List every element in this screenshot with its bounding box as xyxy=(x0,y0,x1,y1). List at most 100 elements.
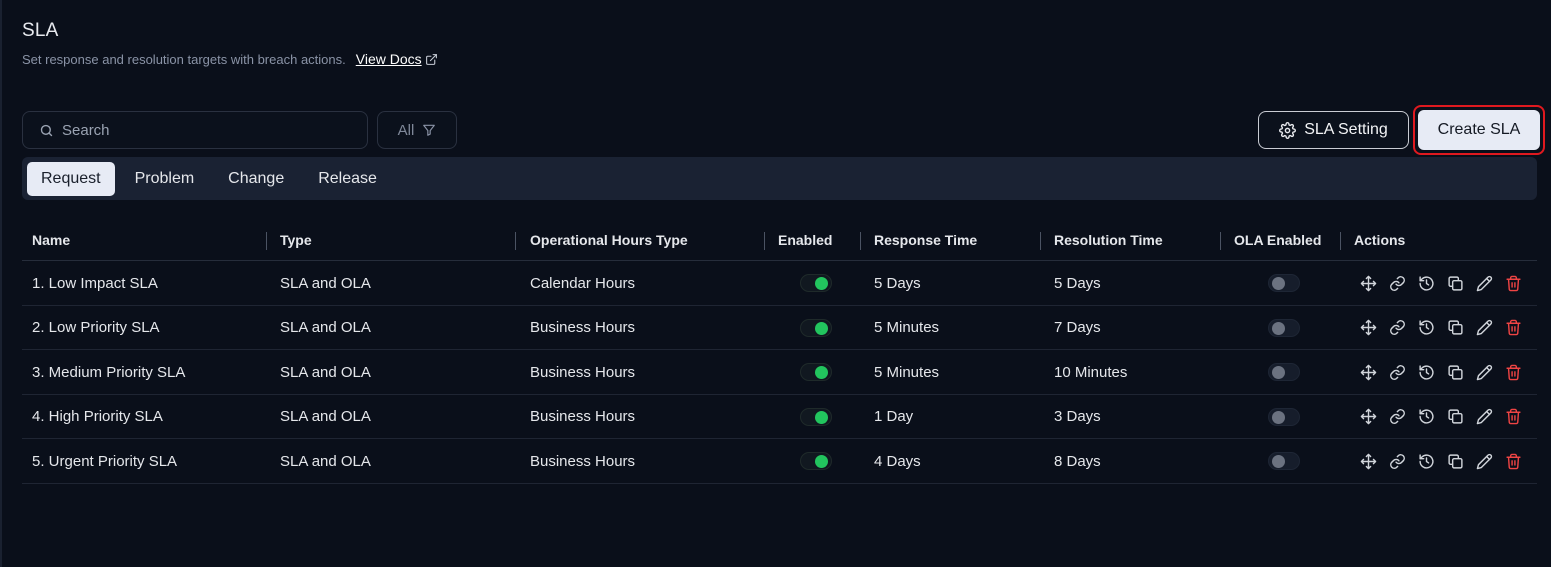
actions-cell xyxy=(1359,350,1522,394)
resolution-time: 7 Days xyxy=(1054,319,1101,336)
col-type[interactable]: Type xyxy=(280,219,312,261)
history-icon[interactable] xyxy=(1417,319,1435,337)
table-body: 1. Low Impact SLA SLA and OLA Calendar H… xyxy=(22,261,1537,484)
sla-type: SLA and OLA xyxy=(280,363,371,381)
col-name[interactable]: Name xyxy=(32,219,70,261)
toggle-knob xyxy=(1272,366,1285,379)
enabled-cell xyxy=(800,395,832,439)
enabled-toggle[interactable] xyxy=(800,452,832,470)
response-time: 5 Minutes xyxy=(874,319,940,336)
tab-change[interactable]: Change xyxy=(214,162,298,196)
tab-release[interactable]: Release xyxy=(304,162,391,196)
ola-enabled-toggle[interactable] xyxy=(1268,452,1300,470)
history-icon[interactable] xyxy=(1417,274,1435,292)
enabled-cell xyxy=(800,350,832,394)
page-title: SLA xyxy=(22,20,59,41)
history-icon[interactable] xyxy=(1417,452,1435,470)
tab-request[interactable]: Request xyxy=(27,161,115,196)
edit-icon[interactable] xyxy=(1475,319,1493,337)
gear-icon xyxy=(1279,121,1297,139)
ola-enabled-toggle[interactable] xyxy=(1268,318,1300,337)
delete-icon[interactable] xyxy=(1504,319,1522,337)
table-row[interactable]: 5. Urgent Priority SLA SLA and OLA Busin… xyxy=(22,439,1537,484)
col-hours-type[interactable]: Operational Hours Type xyxy=(530,219,688,261)
ola-enabled-toggle[interactable] xyxy=(1268,363,1300,381)
history-icon[interactable] xyxy=(1417,363,1435,381)
table-row[interactable]: 2. Low Priority SLA SLA and OLA Business… xyxy=(22,306,1537,350)
copy-icon[interactable] xyxy=(1446,452,1464,470)
operational-hours-type: Business Hours xyxy=(530,363,636,381)
history-icon[interactable] xyxy=(1417,408,1435,426)
operational-hours-type: Calendar Hours xyxy=(530,274,636,292)
edit-icon[interactable] xyxy=(1475,274,1493,292)
create-sla-button[interactable]: Create SLA xyxy=(1418,110,1540,150)
operational-hours-type: Business Hours xyxy=(530,319,636,336)
ola-enabled-toggle[interactable] xyxy=(1268,274,1300,292)
delete-icon[interactable] xyxy=(1504,452,1522,470)
col-enabled[interactable]: Enabled xyxy=(778,219,832,261)
view-docs-link[interactable]: View Docs xyxy=(356,51,438,67)
col-divider xyxy=(515,232,516,250)
sla-name[interactable]: 2. Low Priority SLA xyxy=(32,306,160,350)
sla-name[interactable]: 1. Low Impact SLA xyxy=(32,261,158,305)
col-response-time[interactable]: Response Time xyxy=(874,219,977,261)
move-icon[interactable] xyxy=(1359,363,1377,381)
ola-enabled-toggle[interactable] xyxy=(1268,407,1300,426)
filter-dropdown[interactable]: All xyxy=(377,111,457,149)
col-resolution-time[interactable]: Resolution Time xyxy=(1054,219,1163,261)
actions-cell xyxy=(1359,306,1522,350)
edit-icon[interactable] xyxy=(1475,452,1493,470)
ola-cell xyxy=(1268,261,1300,305)
left-border xyxy=(0,0,2,567)
table-row[interactable]: 3. Medium Priority SLA SLA and OLA Busin… xyxy=(22,350,1537,395)
sla-setting-button[interactable]: SLA Setting xyxy=(1258,111,1409,149)
link-icon[interactable] xyxy=(1388,363,1406,381)
search-input[interactable] xyxy=(62,121,342,139)
col-divider xyxy=(764,232,765,250)
sla-type: SLA and OLA xyxy=(280,408,371,425)
toggle-knob xyxy=(815,366,828,379)
link-icon[interactable] xyxy=(1388,452,1406,470)
copy-icon[interactable] xyxy=(1446,363,1464,381)
edit-icon[interactable] xyxy=(1475,363,1493,381)
delete-icon[interactable] xyxy=(1504,408,1522,426)
enabled-toggle[interactable] xyxy=(800,363,832,381)
table-row[interactable]: 4. High Priority SLA SLA and OLA Busines… xyxy=(22,395,1537,439)
col-divider xyxy=(1220,232,1221,250)
move-icon[interactable] xyxy=(1359,319,1377,337)
sla-type: SLA and OLA xyxy=(280,452,371,470)
create-highlight: Create SLA xyxy=(1413,105,1545,155)
link-icon[interactable] xyxy=(1388,408,1406,426)
search-box[interactable] xyxy=(22,111,368,149)
col-ola-enabled[interactable]: OLA Enabled xyxy=(1234,219,1321,261)
delete-icon[interactable] xyxy=(1504,274,1522,292)
page-subtitle: Set response and resolution targets with… xyxy=(22,51,346,67)
row-actions xyxy=(1359,319,1522,337)
toggle-knob xyxy=(815,410,828,424)
enabled-toggle[interactable] xyxy=(800,274,832,292)
link-icon[interactable] xyxy=(1388,319,1406,337)
link-icon[interactable] xyxy=(1388,274,1406,292)
move-icon[interactable] xyxy=(1359,408,1377,426)
table-row[interactable]: 1. Low Impact SLA SLA and OLA Calendar H… xyxy=(22,261,1537,306)
resolution-time: 10 Minutes xyxy=(1054,363,1128,381)
sla-name[interactable]: 3. Medium Priority SLA xyxy=(32,350,185,394)
view-docs-label: View Docs xyxy=(355,51,422,67)
copy-icon[interactable] xyxy=(1446,274,1464,292)
col-divider xyxy=(1340,232,1341,250)
copy-icon[interactable] xyxy=(1446,319,1464,337)
copy-icon[interactable] xyxy=(1446,408,1464,426)
row-actions xyxy=(1359,363,1522,381)
sla-name[interactable]: 4. High Priority SLA xyxy=(32,395,163,439)
external-link-icon xyxy=(425,53,437,65)
sla-name[interactable]: 5. Urgent Priority SLA xyxy=(32,439,177,483)
move-icon[interactable] xyxy=(1359,452,1377,470)
tab-problem[interactable]: Problem xyxy=(121,162,209,196)
enabled-toggle[interactable] xyxy=(800,318,832,337)
delete-icon[interactable] xyxy=(1504,363,1522,381)
ola-cell xyxy=(1268,439,1300,483)
move-icon[interactable] xyxy=(1359,274,1377,292)
edit-icon[interactable] xyxy=(1475,408,1493,426)
enabled-toggle[interactable] xyxy=(800,407,832,426)
filter-icon xyxy=(423,124,436,136)
